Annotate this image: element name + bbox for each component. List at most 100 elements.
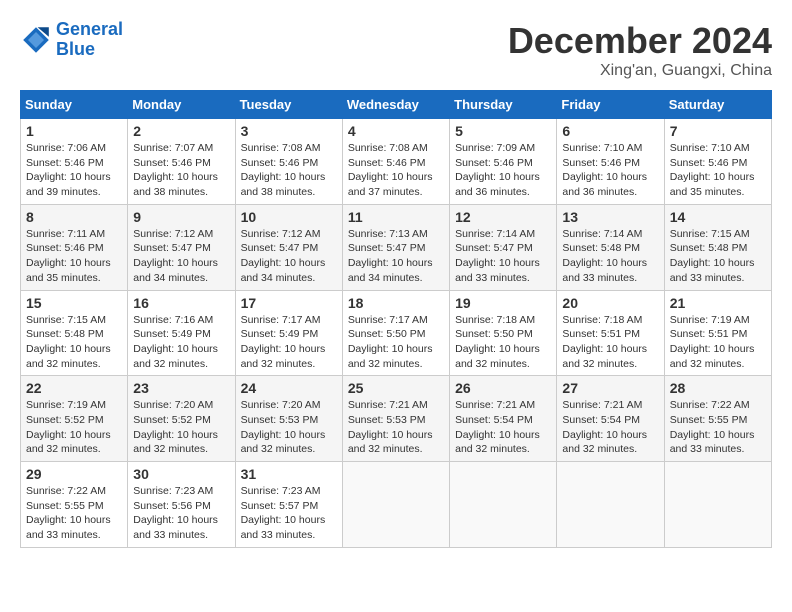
day-info: Sunrise: 7:12 AMSunset: 5:47 PMDaylight:… (133, 227, 229, 286)
calendar-cell: 13Sunrise: 7:14 AMSunset: 5:48 PMDayligh… (557, 204, 664, 290)
day-number: 14 (670, 209, 766, 225)
day-number: 6 (562, 123, 658, 139)
day-number: 22 (26, 380, 122, 396)
calendar-table: SundayMondayTuesdayWednesdayThursdayFrid… (20, 90, 772, 548)
day-number: 24 (241, 380, 337, 396)
calendar-cell: 26Sunrise: 7:21 AMSunset: 5:54 PMDayligh… (450, 376, 557, 462)
day-number: 4 (348, 123, 444, 139)
calendar-cell: 14 Sunrise: 7:15 AMSunset: 5:48 PMDayligh… (664, 204, 771, 290)
day-info: Sunrise: 7:06 AMSunset: 5:46 PMDaylight:… (26, 141, 122, 200)
day-number: 8 (26, 209, 122, 225)
day-info: Sunrise: 7:10 AMSunset: 5:46 PMDaylight:… (562, 141, 658, 200)
day-info: Sunrise: 7:14 AMSunset: 5:47 PMDaylight:… (455, 227, 551, 286)
calendar-week-row: 29 Sunrise: 7:22 AMSunset: 5:55 PMDayligh… (21, 462, 772, 548)
day-number: 23 (133, 380, 229, 396)
day-info: Sunrise: 7:21 AMSunset: 5:54 PMDaylight:… (562, 398, 658, 457)
day-info: Sunrise: 7:13 AMSunset: 5:47 PMDaylight:… (348, 227, 444, 286)
calendar-week-row: 22 Sunrise: 7:19 AMSunset: 5:52 PMDayligh… (21, 376, 772, 462)
calendar-cell: 7 Sunrise: 7:10 AMSunset: 5:46 PMDaylight… (664, 119, 771, 205)
day-info: Sunrise: 7:22 AMSunset: 5:55 PMDaylight:… (670, 398, 766, 457)
calendar-week-row: 15 Sunrise: 7:15 AMSunset: 5:48 PMDayligh… (21, 290, 772, 376)
calendar-cell: 27 Sunrise: 7:21 AMSunset: 5:54 PMDayligh… (557, 376, 664, 462)
calendar-cell: 2Sunrise: 7:07 AMSunset: 5:46 PMDaylight… (128, 119, 235, 205)
day-number: 11 (348, 209, 444, 225)
day-info: Sunrise: 7:17 AMSunset: 5:50 PMDaylight:… (348, 313, 444, 372)
calendar-cell: 22 Sunrise: 7:19 AMSunset: 5:52 PMDayligh… (21, 376, 128, 462)
logo-line1: General (56, 19, 123, 39)
calendar-cell (557, 462, 664, 548)
day-number: 9 (133, 209, 229, 225)
calendar-cell: 23 Sunrise: 7:20 AMSunset: 5:52 PMDayligh… (128, 376, 235, 462)
day-info: Sunrise: 7:14 AMSunset: 5:48 PMDaylight:… (562, 227, 658, 286)
day-number: 31 (241, 466, 337, 482)
day-info: Sunrise: 7:08 AMSunset: 5:46 PMDaylight:… (348, 141, 444, 200)
calendar-cell: 30 Sunrise: 7:23 AMSunset: 5:56 PMDayligh… (128, 462, 235, 548)
day-number: 12 (455, 209, 551, 225)
calendar-cell: 11 Sunrise: 7:13 AMSunset: 5:47 PMDayligh… (342, 204, 449, 290)
weekday-header-saturday: Saturday (664, 91, 771, 119)
title-section: December 2024 Xing'an, Guangxi, China (508, 20, 772, 80)
day-number: 3 (241, 123, 337, 139)
calendar-cell: 3 Sunrise: 7:08 AMSunset: 5:46 PMDaylight… (235, 119, 342, 205)
calendar-cell: 18 Sunrise: 7:17 AMSunset: 5:50 PMDayligh… (342, 290, 449, 376)
calendar-cell: 19 Sunrise: 7:18 AMSunset: 5:50 PMDayligh… (450, 290, 557, 376)
calendar-cell: 28Sunrise: 7:22 AMSunset: 5:55 PMDayligh… (664, 376, 771, 462)
calendar-week-row: 8 Sunrise: 7:11 AMSunset: 5:46 PMDaylight… (21, 204, 772, 290)
weekday-header-monday: Monday (128, 91, 235, 119)
calendar-week-row: 1 Sunrise: 7:06 AMSunset: 5:46 PMDaylight… (21, 119, 772, 205)
day-info: Sunrise: 7:20 AMSunset: 5:52 PMDaylight:… (133, 398, 229, 457)
day-info: Sunrise: 7:09 AMSunset: 5:46 PMDaylight:… (455, 141, 551, 200)
day-info: Sunrise: 7:19 AMSunset: 5:52 PMDaylight:… (26, 398, 122, 457)
day-info: Sunrise: 7:18 AMSunset: 5:50 PMDaylight:… (455, 313, 551, 372)
weekday-header-tuesday: Tuesday (235, 91, 342, 119)
calendar-cell (664, 462, 771, 548)
weekday-header-thursday: Thursday (450, 91, 557, 119)
day-number: 20 (562, 295, 658, 311)
day-number: 10 (241, 209, 337, 225)
calendar-cell: 6 Sunrise: 7:10 AMSunset: 5:46 PMDaylight… (557, 119, 664, 205)
day-number: 17 (241, 295, 337, 311)
calendar-cell (342, 462, 449, 548)
month-title: December 2024 (508, 20, 772, 62)
day-info: Sunrise: 7:23 AMSunset: 5:56 PMDaylight:… (133, 484, 229, 543)
day-number: 7 (670, 123, 766, 139)
calendar-cell: 16Sunrise: 7:16 AMSunset: 5:49 PMDayligh… (128, 290, 235, 376)
calendar-cell: 12 Sunrise: 7:14 AMSunset: 5:47 PMDayligh… (450, 204, 557, 290)
calendar-cell: 10 Sunrise: 7:12 AMSunset: 5:47 PMDayligh… (235, 204, 342, 290)
day-info: Sunrise: 7:15 AMSunset: 5:48 PMDaylight:… (26, 313, 122, 372)
day-info: Sunrise: 7:21 AMSunset: 5:53 PMDaylight:… (348, 398, 444, 457)
calendar-cell: 31 Sunrise: 7:23 AMSunset: 5:57 PMDayligh… (235, 462, 342, 548)
day-number: 5 (455, 123, 551, 139)
day-info: Sunrise: 7:22 AMSunset: 5:55 PMDaylight:… (26, 484, 122, 543)
calendar-cell: 4 Sunrise: 7:08 AMSunset: 5:46 PMDaylight… (342, 119, 449, 205)
day-number: 15 (26, 295, 122, 311)
day-number: 21 (670, 295, 766, 311)
day-number: 18 (348, 295, 444, 311)
day-number: 27 (562, 380, 658, 396)
day-info: Sunrise: 7:08 AMSunset: 5:46 PMDaylight:… (241, 141, 337, 200)
day-info: Sunrise: 7:10 AMSunset: 5:46 PMDaylight:… (670, 141, 766, 200)
weekday-header-row: SundayMondayTuesdayWednesdayThursdayFrid… (21, 91, 772, 119)
day-info: Sunrise: 7:16 AMSunset: 5:49 PMDaylight:… (133, 313, 229, 372)
day-info: Sunrise: 7:19 AMSunset: 5:51 PMDaylight:… (670, 313, 766, 372)
day-number: 29 (26, 466, 122, 482)
calendar-cell: 15 Sunrise: 7:15 AMSunset: 5:48 PMDayligh… (21, 290, 128, 376)
day-info: Sunrise: 7:20 AMSunset: 5:53 PMDaylight:… (241, 398, 337, 457)
calendar-cell: 24 Sunrise: 7:20 AMSunset: 5:53 PMDayligh… (235, 376, 342, 462)
logo-icon (20, 24, 52, 56)
day-number: 25 (348, 380, 444, 396)
day-info: Sunrise: 7:11 AMSunset: 5:46 PMDaylight:… (26, 227, 122, 286)
day-number: 26 (455, 380, 551, 396)
day-number: 2 (133, 123, 229, 139)
day-info: Sunrise: 7:17 AMSunset: 5:49 PMDaylight:… (241, 313, 337, 372)
day-info: Sunrise: 7:23 AMSunset: 5:57 PMDaylight:… (241, 484, 337, 543)
day-number: 30 (133, 466, 229, 482)
calendar-cell (450, 462, 557, 548)
day-number: 19 (455, 295, 551, 311)
calendar-cell: 5 Sunrise: 7:09 AMSunset: 5:46 PMDaylight… (450, 119, 557, 205)
weekday-header-friday: Friday (557, 91, 664, 119)
day-info: Sunrise: 7:15 AMSunset: 5:48 PMDaylight:… (670, 227, 766, 286)
day-info: Sunrise: 7:12 AMSunset: 5:47 PMDaylight:… (241, 227, 337, 286)
header: General Blue December 2024 Xing'an, Guan… (20, 20, 772, 80)
day-number: 1 (26, 123, 122, 139)
